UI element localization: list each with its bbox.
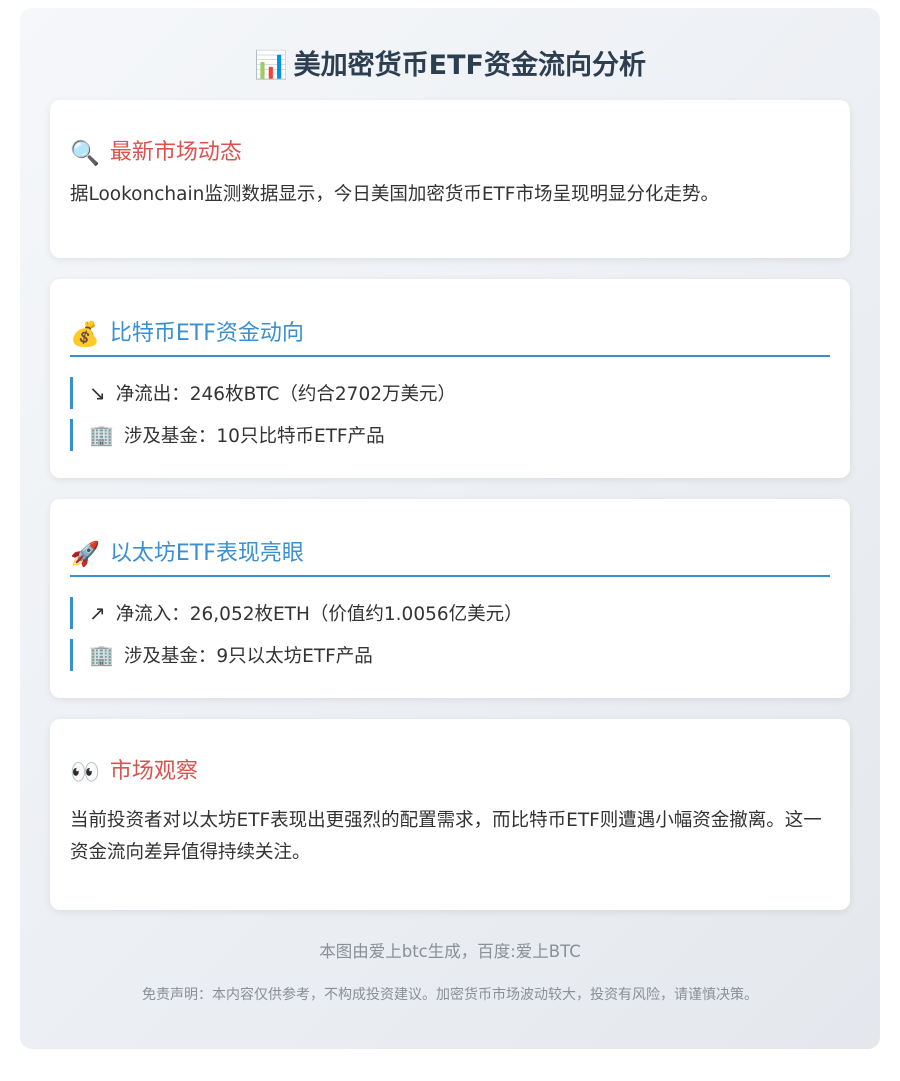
btc-funds-text: 涉及基金：10只比特币ETF产品	[123, 426, 385, 447]
eth-funds-text: 涉及基金：9只以太坊ETF产品	[123, 646, 373, 667]
arrow-up-right-icon: ↗	[89, 601, 106, 625]
btc-funds-item: 🏢 涉及基金：10只比特币ETF产品	[70, 419, 830, 451]
latest-news-heading: 🔍 最新市场动态	[70, 138, 830, 168]
latest-news-card: 🔍 最新市场动态 据Lookonchain监测数据显示，今日美国加密货币ETF市…	[50, 100, 850, 258]
arrow-down-right-icon: ↘	[89, 381, 106, 405]
btc-card: 💰 比特币ETF资金动向 ↘ 净流出：246枚BTC（约合2702万美元） 🏢 …	[50, 279, 850, 478]
eth-funds-item: 🏢 涉及基金：9只以太坊ETF产品	[70, 639, 830, 671]
rocket-icon: 🚀	[70, 540, 100, 568]
disclaimer-text: 免责声明：本内容仅供参考，不构成投资建议。加密货币市场波动较大，投资有风险，请谨…	[142, 987, 758, 1003]
latest-news-title: 最新市场动态	[109, 140, 242, 165]
observation-heading: 👀 市场观察	[70, 757, 830, 787]
page-title-text: 美加密货币ETF资金流向分析	[293, 50, 646, 81]
office-building-icon: 🏢	[89, 423, 114, 447]
eth-inflow-item: ↗ 净流入：26,052枚ETH（价值约1.0056亿美元）	[70, 597, 830, 629]
credit-text: 本图由爱上btc生成，百度:爱上BTC	[319, 942, 581, 961]
latest-news-text: 据Lookonchain监测数据显示，今日美国加密货币ETF市场呈现明显分化走势…	[70, 184, 719, 205]
btc-title: 比特币ETF资金动向	[109, 321, 304, 346]
eth-card: 🚀 以太坊ETF表现亮眼 ↗ 净流入：26,052枚ETH（价值约1.0056亿…	[50, 499, 850, 698]
observation-text: 当前投资者对以太坊ETF表现出更强烈的配置需求，而比特币ETF则遭遇小幅资金撤离…	[70, 810, 822, 863]
office-building-icon: 🏢	[89, 643, 114, 667]
money-bag-icon: 💰	[70, 320, 100, 348]
btc-outflow-item: ↘ 净流出：246枚BTC（约合2702万美元）	[70, 377, 830, 409]
observation-card: 👀 市场观察 当前投资者对以太坊ETF表现出更强烈的配置需求，而比特币ETF则遭…	[50, 719, 850, 910]
eth-title: 以太坊ETF表现亮眼	[109, 541, 304, 566]
eyes-icon: 👀	[70, 758, 100, 786]
eth-inflow-text: 净流入：26,052枚ETH（价值约1.0056亿美元）	[115, 604, 523, 625]
observation-title: 市场观察	[109, 759, 198, 784]
eth-heading: 🚀 以太坊ETF表现亮眼	[70, 539, 830, 577]
content-panel: 📊 美加密货币ETF资金流向分析 🔍 最新市场动态 据Lookonchain监测数…	[20, 8, 880, 1049]
bar-chart-icon: 📊	[254, 50, 288, 81]
btc-outflow-text: 净流出：246枚BTC（约合2702万美元）	[115, 384, 456, 405]
magnifier-icon: 🔍	[70, 139, 100, 167]
btc-heading: 💰 比特币ETF资金动向	[70, 319, 830, 357]
page-title: 📊 美加密货币ETF资金流向分析	[20, 48, 880, 84]
